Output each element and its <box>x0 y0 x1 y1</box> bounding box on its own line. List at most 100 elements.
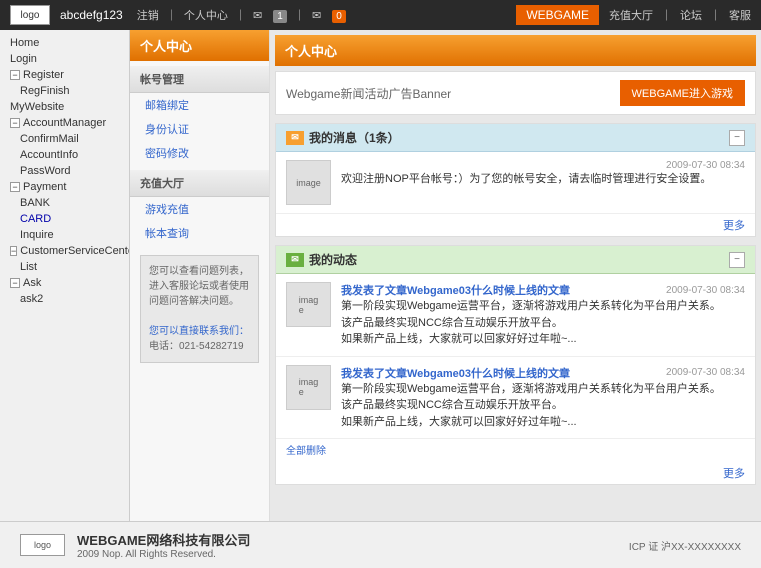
sidebar-item-card[interactable]: CARD <box>0 211 129 227</box>
footer-company: WEBGAME网络科技有限公司 <box>77 530 250 549</box>
activity-image-2: image <box>286 365 331 410</box>
content-title: 个人中心 <box>275 35 756 66</box>
messages-section-title: ✉ 我的消息（1条） <box>286 129 400 146</box>
message-item: image 2009-07-30 08:34 欢迎注册NOP平台帐号：）为了您的… <box>276 152 755 214</box>
activity-collapse-button[interactable]: − <box>729 252 745 268</box>
card-label: CARD <box>20 213 51 225</box>
msg-badge: 0 <box>332 10 346 23</box>
register-label: Register <box>23 69 64 81</box>
recharge-link[interactable]: 充值大厅 <box>609 7 653 23</box>
msg-icon: ✉ <box>312 10 321 22</box>
accountmanager-label: AccountManager <box>23 117 106 129</box>
profile-link[interactable]: 个人中心 <box>184 10 228 22</box>
logout-link[interactable]: 注销 <box>137 10 159 22</box>
left-tree-panel: Home Login − Register RegFinish MyWebsit… <box>0 30 130 521</box>
inquire-label: Inquire <box>20 229 54 241</box>
footer-icp: ICP 证 沪XX-XXXXXXXX <box>629 538 741 553</box>
sidebar-item-register[interactable]: − Register <box>0 67 129 83</box>
center-link-password-change[interactable]: 密码修改 <box>130 141 269 165</box>
regfinish-label: RegFinish <box>20 85 70 97</box>
activity-item: image 我发表了文章Webgame03什么时候上线的文章 2009-07-3… <box>276 274 755 357</box>
sidebar-item-regfinish[interactable]: RegFinish <box>0 83 129 99</box>
center-section-account: 帐号管理 <box>130 66 269 93</box>
center-section-recharge: 充值大厅 <box>130 170 269 197</box>
sidebar-item-payment[interactable]: − Payment <box>0 179 129 195</box>
activity-item-2: image 我发表了文章Webgame03什么时候上线的文章 2009-07-3… <box>276 357 755 440</box>
content-panel: 个人中心 Webgame新闻活动广告Banner WEBGAME进入游戏 ✉ 我… <box>270 30 761 521</box>
sidebar-item-ask2[interactable]: ask2 <box>0 291 129 307</box>
home-label: Home <box>10 37 39 49</box>
sidebar-item-bank[interactable]: BANK <box>0 195 129 211</box>
sidebar-item-mywebsite[interactable]: MyWebsite <box>0 99 129 115</box>
center-link-game-recharge[interactable]: 游戏充值 <box>130 197 269 221</box>
center-footer-phone: 电话：021-54282719 <box>149 341 244 352</box>
messages-section: ✉ 我的消息（1条） − image 2009-07-30 08:34 欢迎注册… <box>275 123 756 237</box>
messages-more: 更多 <box>276 214 755 236</box>
message-text: 欢迎注册NOP平台帐号：）为了您的帐号安全，请去临时管理进行安全设置。 <box>341 171 745 188</box>
center-footer-text: 您可以查看问题列表，进入客服论坛或者使用问题问答解决问题。 <box>149 266 249 307</box>
accountinfo-label: AccountInfo <box>20 149 78 161</box>
sidebar-item-ask[interactable]: − Ask <box>0 275 129 291</box>
service-link[interactable]: 客服 <box>729 7 751 23</box>
webgame-header-button[interactable]: WEBGAME <box>516 5 599 25</box>
sidebar-item-login[interactable]: Login <box>0 51 129 67</box>
header-right-links: 充值大厅 ｜ 论坛 ｜ 客服 <box>609 7 751 23</box>
activity-section-header: ✉ 我的动态 − <box>276 246 755 274</box>
activity-section: ✉ 我的动态 − image 我发表了文章Webgame03什么时候上线的文章 … <box>275 245 756 485</box>
bank-label: BANK <box>20 197 50 209</box>
mywebsite-label: MyWebsite <box>10 101 64 113</box>
activity-icon: ✉ <box>286 253 304 267</box>
messages-collapse-button[interactable]: − <box>729 130 745 146</box>
ask-expander[interactable]: − <box>10 278 20 288</box>
activity-delete-all-link[interactable]: 全部删除 <box>286 442 326 457</box>
messages-more-link[interactable]: 更多 <box>723 220 745 232</box>
activity-text-2: 第一阶段实现Webgame运营平台，逐渐将游戏用户关系转化为平台用户关系。 该产… <box>341 381 745 431</box>
center-footer: 您可以查看问题列表，进入客服论坛或者使用问题问答解决问题。 您可以直接联系我们：… <box>140 255 259 363</box>
customerservice-expander[interactable]: − <box>10 246 17 256</box>
footer: logo WEBGAME网络科技有限公司 2009 Nop. All Right… <box>0 521 761 568</box>
payment-expander[interactable]: − <box>10 182 20 192</box>
ask-label: Ask <box>23 277 41 289</box>
center-panel: 个人中心 帐号管理 邮箱绑定 身份认证 密码修改 充值大厅 游戏充值 帐本查询 … <box>130 30 270 521</box>
main-container: Home Login − Register RegFinish MyWebsit… <box>0 30 761 521</box>
sidebar-item-list[interactable]: List <box>0 259 129 275</box>
forum-link[interactable]: 论坛 <box>680 7 702 23</box>
sidebar-item-password[interactable]: PassWord <box>0 163 129 179</box>
footer-copyright: 2009 Nop. All Rights Reserved. <box>77 549 250 560</box>
register-expander[interactable]: − <box>10 70 20 80</box>
banner-text: Webgame新闻活动广告Banner <box>286 85 451 102</box>
activity-title-2[interactable]: 我发表了文章Webgame03什么时候上线的文章 <box>341 365 570 381</box>
activity-date-1: 2009-07-30 08:34 <box>666 285 745 296</box>
list-label: List <box>20 261 37 273</box>
payment-label: Payment <box>23 181 66 193</box>
center-link-identity[interactable]: 身份认证 <box>130 117 269 141</box>
banner-area: Webgame新闻活动广告Banner WEBGAME进入游戏 <box>275 71 756 115</box>
login-label: Login <box>10 53 37 65</box>
header-logo: logo <box>10 5 50 25</box>
webgame-enter-button[interactable]: WEBGAME进入游戏 <box>620 80 745 106</box>
header-nav-links: 注销 ｜ 个人中心 ｜ ✉ 1 ｜ ✉ 0 <box>133 7 350 23</box>
ask2-label: ask2 <box>20 293 43 305</box>
activity-date-2: 2009-07-30 08:34 <box>666 367 745 378</box>
activity-more: 更多 <box>276 462 755 484</box>
accountmanager-expander[interactable]: − <box>10 118 20 128</box>
confirmmail-label: ConfirmMail <box>20 133 79 145</box>
center-link-email-bind[interactable]: 邮箱绑定 <box>130 93 269 117</box>
activity-section-title: ✉ 我的动态 <box>286 251 357 268</box>
center-panel-title: 个人中心 <box>130 30 269 61</box>
center-footer-link[interactable]: 您可以直接联系我们： <box>149 326 249 337</box>
sidebar-item-home[interactable]: Home <box>0 35 129 51</box>
footer-logo: logo <box>20 534 65 556</box>
sidebar-item-accountmanager[interactable]: − AccountManager <box>0 115 129 131</box>
message-image: image <box>286 160 331 205</box>
message-icon: ✉ <box>286 131 304 145</box>
sidebar-item-inquire[interactable]: Inquire <box>0 227 129 243</box>
center-link-account-query[interactable]: 帐本查询 <box>130 221 269 245</box>
sidebar-item-confirmmail[interactable]: ConfirmMail <box>0 131 129 147</box>
sidebar-item-customerservice[interactable]: − CustomerServiceCenter <box>0 243 129 259</box>
activity-text-1: 第一阶段实现Webgame运营平台，逐渐将游戏用户关系转化为平台用户关系。 该产… <box>341 298 745 348</box>
sidebar-item-accountinfo[interactable]: AccountInfo <box>0 147 129 163</box>
activity-title-1[interactable]: 我发表了文章Webgame03什么时候上线的文章 <box>341 282 570 298</box>
activity-more-link[interactable]: 更多 <box>723 468 745 480</box>
mail-badge: 1 <box>273 10 287 23</box>
